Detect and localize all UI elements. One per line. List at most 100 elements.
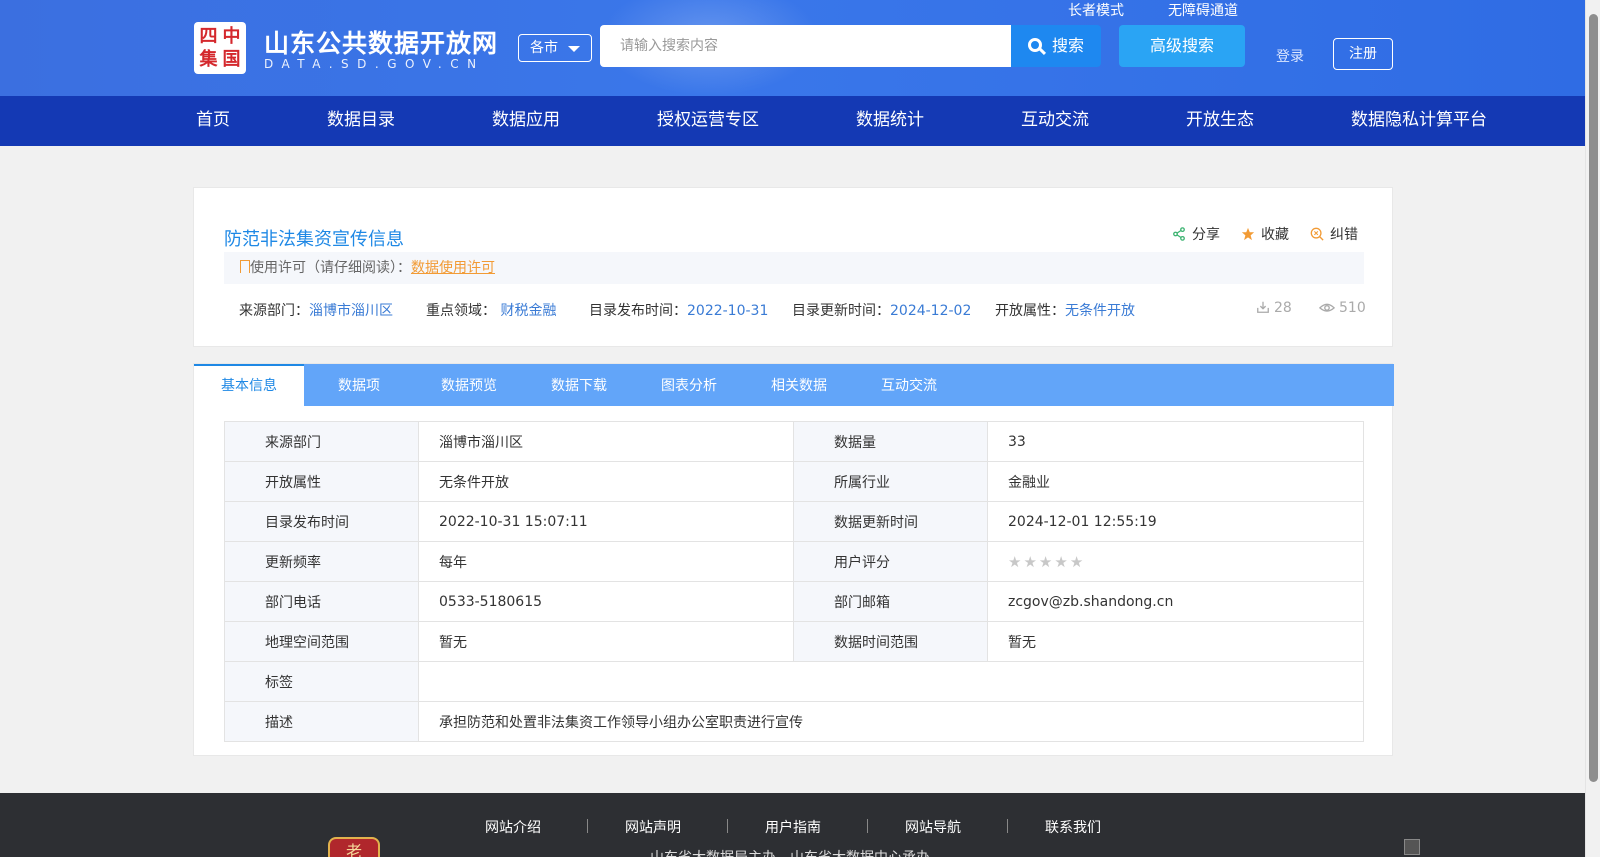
info-key: 数据量 [793, 421, 988, 462]
footer-link-about[interactable]: 网站介绍 [485, 817, 541, 837]
city-select[interactable]: 各市 [518, 34, 592, 62]
rating-stars[interactable]: ★ ★ ★ ★ ★ [1008, 553, 1085, 571]
tab-interaction[interactable]: 互动交流 [854, 364, 964, 406]
site-title[interactable]: 山东公共数据开放网 [264, 24, 498, 60]
rating-cell: ★ ★ ★ ★ ★ [987, 541, 1364, 582]
info-key: 数据时间范围 [793, 621, 988, 662]
search-input[interactable] [600, 25, 1011, 67]
elder-badge-icon[interactable]: 老 [328, 837, 380, 857]
info-key: 来源部门 [224, 421, 419, 462]
report-error-button[interactable]: 纠错 [1310, 224, 1358, 244]
tab-basic-info[interactable]: 基本信息 [194, 364, 304, 406]
accessibility-link[interactable]: 无障碍通道 [1168, 0, 1238, 20]
login-link[interactable]: 登录 [1276, 46, 1304, 66]
detail-tabs: 基本信息 数据项 数据预览 数据下载 图表分析 相关数据 互动交流 [194, 364, 1394, 406]
site-subtitle: DATA.SD.GOV.CN [264, 57, 485, 71]
info-value: 2024-12-01 12:55:19 [987, 501, 1364, 542]
footer-link-statement[interactable]: 网站声明 [625, 817, 681, 837]
nav-item-ecosystem[interactable]: 开放生态 [1186, 96, 1254, 144]
site-header: 四 中 集 国 山东公共数据开放网 DATA.SD.GOV.CN 各市 搜索 高… [0, 0, 1585, 96]
footer-divider [727, 819, 728, 833]
star-icon [1241, 227, 1255, 241]
footer-link-guide[interactable]: 用户指南 [765, 817, 821, 837]
dataset-title: 防范非法集资宣传信息 [224, 229, 404, 250]
info-value: 暂无 [987, 621, 1364, 662]
info-key: 所属行业 [793, 461, 988, 502]
download-icon [1257, 301, 1269, 313]
source-dept-link[interactable]: 淄博市淄川区 [309, 303, 393, 319]
info-value: 33 [987, 421, 1364, 462]
report-error-label: 纠错 [1330, 227, 1358, 243]
footer-organizer-note: 山东省大数据局主办 山东省大数据中心承办 [650, 847, 930, 857]
share-button[interactable]: 分享 [1172, 224, 1220, 244]
star-icon[interactable]: ★ [1070, 553, 1083, 571]
info-value: 每年 [418, 541, 794, 582]
favorite-button[interactable]: 收藏 [1241, 224, 1289, 244]
info-key: 标签 [224, 661, 419, 702]
info-key: 地理空间范围 [224, 621, 419, 662]
register-button[interactable]: 注册 [1333, 38, 1393, 70]
caret-down-icon [568, 46, 580, 52]
table-row: 来源部门 淄博市淄川区 数据量 33 [224, 421, 1364, 462]
star-icon[interactable]: ★ [1039, 553, 1052, 571]
footer-link-sitemap[interactable]: 网站导航 [905, 817, 961, 837]
error-search-icon [1310, 227, 1324, 241]
info-key: 用户评分 [793, 541, 988, 582]
nav-item-home[interactable]: 首页 [196, 96, 230, 144]
info-value: 淄博市淄川区 [418, 421, 794, 462]
basic-info-table: 来源部门 淄博市淄川区 数据量 33 开放属性 无条件开放 所属行业 金融业 目… [224, 421, 1364, 742]
meta-publish-date: 目录发布时间：2022-10-31 [589, 303, 769, 319]
nav-item-apps[interactable]: 数据应用 [492, 96, 560, 144]
key-domain-link[interactable]: 财税金融 [500, 303, 556, 319]
tab-data-items[interactable]: 数据项 [304, 364, 414, 406]
info-key: 开放属性 [224, 461, 419, 502]
footer-divider [867, 819, 868, 833]
info-key: 更新频率 [224, 541, 419, 582]
nav-item-catalog[interactable]: 数据目录 [327, 96, 395, 144]
info-value: 2022-10-31 15:07:11 [418, 501, 794, 542]
info-value: 承担防范和处置非法集资工作领导小组办公室职责进行宣传 [418, 701, 1364, 742]
tab-chart-analysis[interactable]: 图表分析 [634, 364, 744, 406]
info-value [418, 661, 1364, 702]
main-nav: 首页 数据目录 数据应用 授权运营专区 数据统计 互动交流 开放生态 数据隐私计… [0, 96, 1585, 146]
meta-source-dept: 来源部门：淄博市淄川区 [239, 303, 393, 319]
star-icon[interactable]: ★ [1023, 553, 1036, 571]
search-icon [1027, 38, 1042, 52]
info-key: 目录发布时间 [224, 501, 419, 542]
city-select-label: 各市 [530, 40, 558, 56]
nav-item-interaction[interactable]: 互动交流 [1021, 96, 1089, 144]
tab-data-preview[interactable]: 数据预览 [414, 364, 524, 406]
elder-mode-link[interactable]: 长者模式 [1068, 0, 1124, 20]
info-value: 无条件开放 [418, 461, 794, 502]
footer-divider [587, 819, 588, 833]
site-footer: 网站介绍 网站声明 用户指南 网站导航 联系我们 老 山东省大数据局主办 山东省… [0, 793, 1585, 857]
logo-seal-icon[interactable]: 四 中 集 国 [194, 22, 246, 74]
meta-key-domain: 重点领域： 财税金融 [426, 303, 557, 319]
tab-related-data[interactable]: 相关数据 [744, 364, 854, 406]
tab-data-download[interactable]: 数据下载 [524, 364, 634, 406]
nav-item-statistics[interactable]: 数据统计 [856, 96, 924, 144]
nav-item-authorized-ops[interactable]: 授权运营专区 [657, 96, 759, 144]
page-scrollbar[interactable] [1585, 0, 1600, 857]
advanced-search-button[interactable]: 高级搜索 [1119, 25, 1245, 67]
eye-icon [1318, 303, 1336, 312]
download-count: 28 [1256, 300, 1292, 316]
meta-open-attr: 开放属性：无条件开放 [995, 303, 1135, 319]
table-row: 开放属性 无条件开放 所属行业 金融业 [224, 461, 1364, 502]
info-key: 部门电话 [224, 581, 419, 622]
star-icon[interactable]: ★ [1008, 553, 1021, 571]
nav-item-privacy-computing[interactable]: 数据隐私计算平台 [1351, 96, 1487, 144]
license-link[interactable]: 数据使用许可 [411, 260, 495, 276]
dataset-detail-panel: 基本信息 数据项 数据预览 数据下载 图表分析 相关数据 互动交流 来源部门 淄… [193, 363, 1394, 756]
star-icon[interactable]: ★ [1054, 553, 1067, 571]
info-value: zcgov@zb.shandong.cn [987, 581, 1364, 622]
table-row: 地理空间范围 暂无 数据时间范围 暂无 [224, 621, 1364, 662]
info-key: 描述 [224, 701, 419, 742]
share-label: 分享 [1192, 227, 1220, 243]
table-row: 更新频率 每年 用户评分 ★ ★ ★ ★ ★ [224, 541, 1364, 582]
search-button-label: 搜索 [1051, 36, 1084, 55]
footer-link-contact[interactable]: 联系我们 [1045, 817, 1101, 837]
search-button[interactable]: 搜索 [1011, 25, 1101, 67]
scrollbar-thumb[interactable] [1589, 14, 1598, 782]
share-icon [1173, 227, 1185, 241]
